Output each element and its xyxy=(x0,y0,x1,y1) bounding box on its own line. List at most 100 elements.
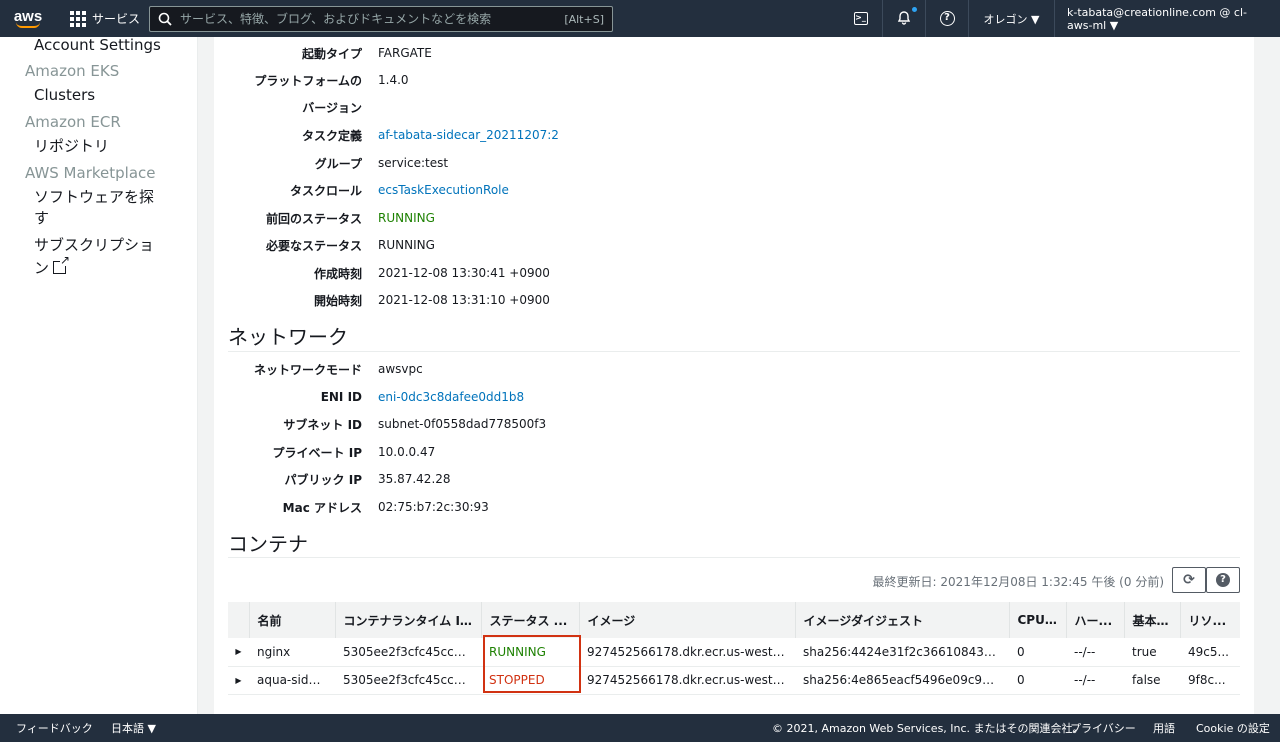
sidebar-heading-ecr: Amazon ECR xyxy=(25,113,121,131)
copyright-text: © 2021, Amazon Web Services, Inc. またはその関… xyxy=(772,722,1084,735)
cell-runtime-id: 5305ee2f3cfc45ccb6f... xyxy=(335,666,481,695)
table-header-row: 名前 コンテナランタイム I... ステータス ... イメージ イメージダイジ… xyxy=(228,602,1240,638)
detail-key: 開始時刻 xyxy=(313,293,362,308)
search-input[interactable] xyxy=(180,12,557,26)
language-selector[interactable]: 日本語 ▼ xyxy=(111,720,156,736)
main-content: 起動タイプ FARGATE プラットフォームの 1.4.0 バージョン タスク定義 a… xyxy=(214,37,1254,714)
column-header-expand xyxy=(228,602,249,638)
privacy-link[interactable]: プライバシー xyxy=(1070,720,1136,736)
cell-name: nginx xyxy=(249,638,335,667)
refresh-button[interactable]: ⟳ xyxy=(1172,567,1206,593)
cookie-settings-link[interactable]: Cookie の設定 xyxy=(1196,720,1270,736)
column-header-cpu[interactable]: CPU ... xyxy=(1008,602,1066,638)
network-key: ENI ID xyxy=(320,390,362,404)
network-key: サブネット ID xyxy=(283,417,362,432)
expand-caret-icon[interactable]: ▶ xyxy=(228,666,249,695)
terms-link[interactable]: 用語 xyxy=(1153,720,1175,736)
column-header-name[interactable]: 名前 xyxy=(248,602,335,638)
detail-row: タスクロール ecsTaskExecutionRole xyxy=(214,180,509,200)
task-definition-link[interactable]: af-tabata-sidecar_20211207:2 xyxy=(378,128,559,142)
region-selector[interactable]: オレゴン ▼ xyxy=(968,0,1054,37)
footer: フィードバック 日本語 ▼ © 2021, Amazon Web Service… xyxy=(0,714,1280,742)
network-value: awsvpc xyxy=(378,362,423,376)
cell-cpu: 0 xyxy=(1009,666,1066,695)
cell-essential: false xyxy=(1124,666,1180,695)
cell-status: RUNNING xyxy=(481,638,579,667)
detail-value: service:test xyxy=(378,156,449,170)
column-header-essential[interactable]: 基本 ... xyxy=(1123,602,1180,638)
network-row: Mac アドレス 02:75:b7:2c:30:93 xyxy=(214,497,489,517)
help-circle-icon: ? xyxy=(939,11,955,26)
detail-row: タスク定義 af-tabata-sidecar_20211207:2 xyxy=(214,125,559,145)
column-header-image[interactable]: イメージ xyxy=(578,602,795,638)
detail-key: バージョン xyxy=(302,100,362,115)
aws-logo[interactable]: aws xyxy=(0,0,56,37)
network-value: 35.87.42.28 xyxy=(378,472,451,486)
column-header-hard-limit[interactable]: ハー... xyxy=(1065,602,1124,638)
detail-row: プラットフォームの 1.4.0 xyxy=(214,70,408,90)
containers-table: 名前 コンテナランタイム I... ステータス ... イメージ イメージダイジ… xyxy=(228,602,1240,695)
cell-essential: true xyxy=(1124,638,1180,667)
table-row[interactable]: ▶ nginx 5305ee2f3cfc45ccb6f... RUNNING 9… xyxy=(228,638,1240,667)
network-key: パブリック IP xyxy=(284,472,362,487)
sidebar-item-repositories[interactable]: リポジトリ xyxy=(34,136,109,156)
detail-row: 開始時刻 2021-12-08 13:31:10 +0900 xyxy=(214,290,550,310)
sidebar-item-clusters[interactable]: Clusters xyxy=(34,85,95,105)
table-row[interactable]: ▶ aqua-sidecar 5305ee2f3cfc45ccb6f... ST… xyxy=(228,666,1240,695)
network-value: subnet-0f0558dad778500f3 xyxy=(378,417,547,431)
cell-image: 927452566178.dkr.ecr.us-west-2.a... xyxy=(579,638,795,667)
help-button-table[interactable]: ? xyxy=(1206,567,1240,593)
network-row: パブリック IP 35.87.42.28 xyxy=(214,469,451,489)
column-header-resource[interactable]: リソ... xyxy=(1179,602,1240,638)
sidebar-item-discover-software-cont[interactable]: す xyxy=(34,208,49,228)
divider xyxy=(228,351,1240,352)
network-value: 10.0.0.47 xyxy=(378,445,436,459)
detail-value: 1.4.0 xyxy=(378,73,409,87)
grid-icon xyxy=(70,10,86,27)
containers-section-title: コンテナ xyxy=(228,532,308,556)
task-role-link[interactable]: ecsTaskExecutionRole xyxy=(378,183,509,197)
last-updated-text: 最終更新日: 2021年12月08日 1:32:45 午後 (0 分前) xyxy=(872,575,1164,589)
column-header-runtime-id[interactable]: コンテナランタイム I... xyxy=(334,602,481,638)
column-header-status[interactable]: ステータス ... xyxy=(480,602,579,638)
detail-row: 必要なステータス RUNNING xyxy=(214,235,435,255)
search-shortcut-hint: [Alt+S] xyxy=(564,12,604,26)
account-menu[interactable]: k-tabata@creationline.com @ cl-aws-ml ▼ xyxy=(1054,0,1280,37)
expand-caret-icon[interactable]: ▶ xyxy=(228,638,249,667)
external-link-icon xyxy=(53,254,71,274)
desired-status-value: RUNNING xyxy=(378,238,435,252)
sidebar-heading-eks: Amazon EKS xyxy=(25,62,120,80)
column-header-image-digest[interactable]: イメージダイジェスト xyxy=(794,602,1009,638)
cloudshell-button[interactable]: >_ xyxy=(839,0,882,37)
cell-image-digest: sha256:4e865eacf5496e09c90494f... xyxy=(795,666,1009,695)
cell-name: aqua-sidecar xyxy=(249,666,335,695)
notifications-button[interactable] xyxy=(882,0,925,37)
feedback-link[interactable]: フィードバック xyxy=(16,720,93,736)
bell-icon xyxy=(897,6,917,28)
network-row: ENI ID eni-0dc3c8dafee0dd1b8 xyxy=(214,387,524,407)
detail-row: グループ service:test xyxy=(214,153,448,173)
sidebar-item-discover-software[interactable]: ソフトウェアを探 xyxy=(34,187,154,207)
cell-status: STOPPED xyxy=(481,666,579,695)
cell-image-digest: sha256:4424e31f2c366108433ecc... xyxy=(795,638,1009,667)
search-icon xyxy=(158,12,172,26)
network-section-title: ネットワーク xyxy=(228,325,348,349)
help-button[interactable]: ? xyxy=(925,0,968,37)
eni-id-link[interactable]: eni-0dc3c8dafee0dd1b8 xyxy=(378,390,524,404)
search-box[interactable]: [Alt+S] xyxy=(149,6,613,32)
sidebar-item-account-settings[interactable]: Account Settings xyxy=(34,35,161,55)
cell-runtime-id: 5305ee2f3cfc45ccb6f... xyxy=(335,638,481,667)
services-menu-button[interactable]: サービス xyxy=(56,0,154,37)
sidebar-heading-marketplace: AWS Marketplace xyxy=(25,164,156,182)
sidebar-item-subscriptions-label: ン xyxy=(34,259,50,277)
services-label: サービス xyxy=(92,12,141,26)
detail-key: 作成時刻 xyxy=(313,266,362,281)
detail-value: 2021-12-08 13:30:41 +0900 xyxy=(378,266,550,280)
sidebar-item-subscriptions-cont[interactable]: ン xyxy=(34,254,71,278)
terminal-icon: >_ xyxy=(853,12,868,25)
detail-key: プラットフォームの xyxy=(254,73,362,88)
detail-key: タスク定義 xyxy=(301,128,362,143)
sidebar-item-subscriptions[interactable]: サブスクリプショ xyxy=(34,235,154,255)
cell-resource: 9f8c... xyxy=(1180,666,1240,695)
network-row: ネットワークモード awsvpc xyxy=(214,359,423,379)
